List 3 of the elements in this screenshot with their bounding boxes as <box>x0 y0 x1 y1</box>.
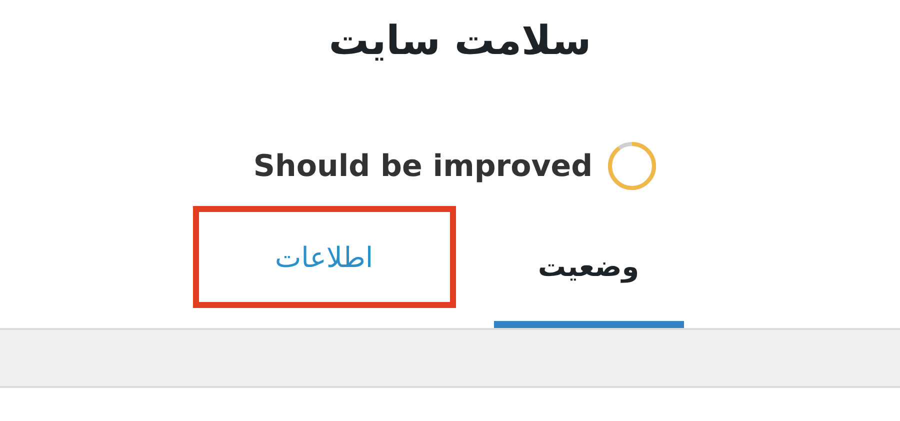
page-title: سلامت سایت <box>328 17 592 66</box>
tab[interactable]: اطلاعات <box>229 212 419 302</box>
health-status: Should be improved <box>253 148 593 184</box>
